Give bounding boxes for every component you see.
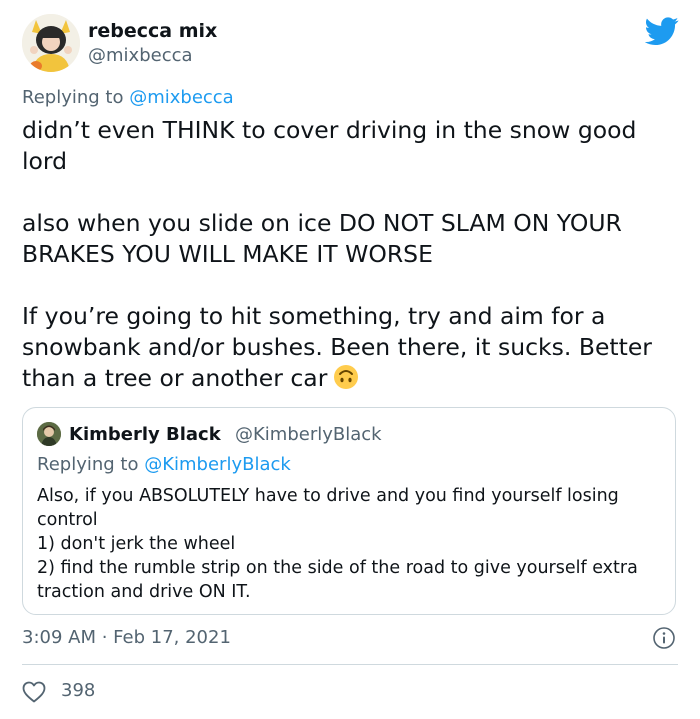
- quoted-replying-prefix: Replying to: [37, 454, 145, 475]
- avatar-image: [22, 14, 80, 72]
- quoted-line: Also, if you ABSOLUTELY have to drive an…: [37, 486, 619, 530]
- quoted-avatar-image: [37, 422, 61, 446]
- tweet-timestamp[interactable]: 3:09 AM · Feb 17, 2021: [22, 627, 231, 648]
- quoted-author-avatar[interactable]: [37, 422, 61, 446]
- quoted-tweet[interactable]: Kimberly Black @KimberlyBlack Replying t…: [22, 407, 676, 615]
- author-avatar[interactable]: [22, 14, 80, 72]
- replying-mention-link[interactable]: @mixbecca: [129, 87, 234, 108]
- quoted-display-name[interactable]: Kimberly Black: [69, 424, 221, 445]
- quoted-line: 1) don't jerk the wheel: [37, 534, 236, 554]
- quoted-text: Also, if you ABSOLUTELY have to drive an…: [37, 484, 657, 604]
- tweet-paragraph: didn’t even THINK to cover driving in th…: [22, 116, 637, 175]
- upside-down-face-emoji: [333, 364, 359, 390]
- footer-divider: [22, 664, 678, 665]
- tweet-card: rebecca mix @mixbecca Replying to @mixbe…: [0, 0, 700, 719]
- quoted-replying-to: Replying to @KimberlyBlack: [37, 454, 291, 475]
- author-handle[interactable]: @mixbecca: [88, 45, 193, 66]
- heart-icon[interactable]: [22, 681, 46, 703]
- replying-prefix: Replying to: [22, 87, 130, 108]
- quoted-replying-mention-link[interactable]: @KimberlyBlack: [144, 454, 291, 475]
- like-count: 398: [61, 680, 96, 701]
- tweet-text: didn’t even THINK to cover driving in th…: [22, 115, 682, 394]
- replying-to: Replying to @mixbecca: [22, 87, 234, 108]
- twitter-bird-icon[interactable]: [644, 14, 679, 48]
- tweet-paragraph-last: If you’re going to hit something, try an…: [22, 301, 682, 394]
- tweet-paragraph: also when you slide on ice DO NOT SLAM O…: [22, 209, 622, 268]
- info-icon[interactable]: [652, 626, 676, 650]
- quoted-handle[interactable]: @KimberlyBlack: [235, 424, 382, 445]
- quoted-line: 2) find the rumble strip on the side of …: [37, 558, 638, 602]
- author-display-name[interactable]: rebecca mix: [88, 20, 217, 42]
